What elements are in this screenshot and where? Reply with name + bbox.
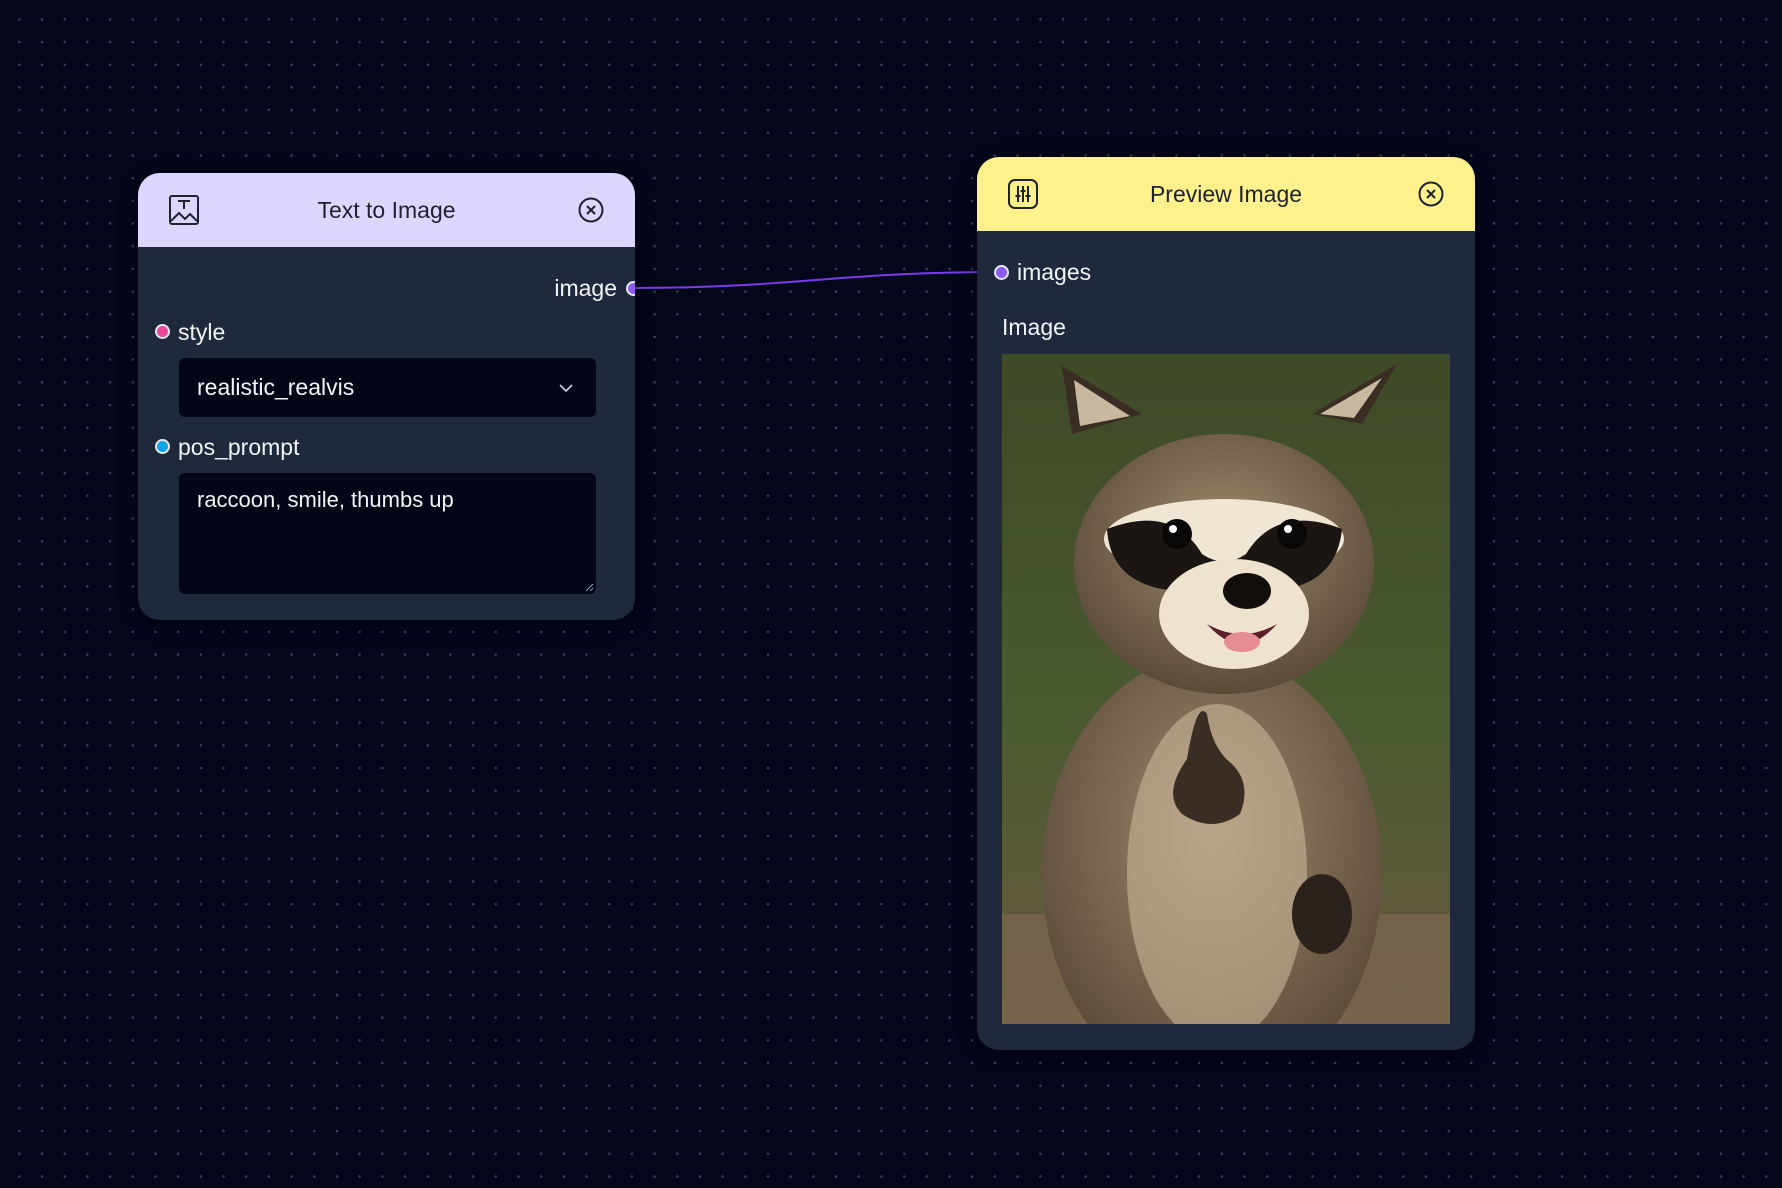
chevron-down-icon — [559, 384, 573, 393]
preview-image — [1002, 354, 1450, 1024]
sliders-icon — [1008, 179, 1038, 209]
close-circle-icon[interactable] — [577, 196, 605, 224]
resize-handle-icon[interactable] — [584, 582, 594, 592]
node-header[interactable]: Text to Image — [138, 173, 635, 247]
style-select-value: realistic_realvis — [197, 374, 355, 400]
node-title: Preview Image — [1149, 180, 1303, 207]
input-label-pos-prompt: pos_prompt — [178, 434, 300, 460]
text-to-image-node[interactable]: Text to Image image style realistic_real… — [138, 173, 635, 620]
style-select[interactable]: realistic_realvis — [179, 358, 596, 417]
output-port-image[interactable] — [626, 281, 635, 296]
input-port-pos-prompt[interactable] — [155, 439, 170, 454]
edge-image-to-images[interactable] — [634, 271, 1003, 289]
image-text-icon — [169, 195, 199, 225]
input-label-style: style — [178, 319, 226, 345]
output-label-image: image — [554, 275, 617, 301]
close-circle-icon[interactable] — [1417, 180, 1445, 208]
input-port-images[interactable] — [994, 265, 1009, 280]
preview-image-node[interactable]: Preview Image images Image — [977, 157, 1475, 1050]
pos-prompt-value: raccoon, smile, thumbs up — [197, 487, 454, 512]
node-title: Text to Image — [317, 196, 456, 223]
input-label-images: images — [1017, 259, 1092, 285]
pos-prompt-textarea[interactable]: raccoon, smile, thumbs up — [179, 473, 596, 594]
input-port-style[interactable] — [155, 324, 170, 339]
image-section-label: Image — [1002, 314, 1066, 340]
node-header[interactable]: Preview Image — [977, 157, 1475, 231]
